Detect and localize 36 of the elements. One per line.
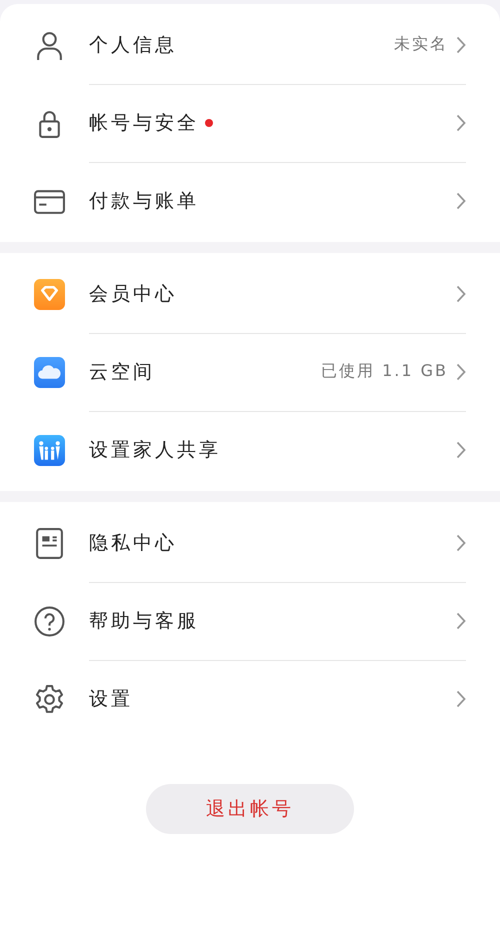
id-card-icon [34, 528, 65, 558]
family-icon [34, 434, 65, 466]
item-label: 个人信息 [89, 32, 177, 58]
cloud-icon [34, 356, 65, 388]
menu-item[interactable]: 云空间 已使用 1.1 GB [0, 333, 500, 411]
menu-item[interactable]: 付款与账单 [0, 162, 500, 240]
chevron-icon [456, 36, 466, 54]
item-detail: 已使用 1.1 GB [321, 361, 448, 382]
item-detail: 未实名 [394, 34, 448, 55]
menu-item[interactable]: 设置家人共享 [0, 411, 500, 489]
item-label: 设置 [89, 687, 133, 712]
menu-item[interactable]: 帮助与客服 [0, 582, 500, 660]
chevron-icon [456, 362, 466, 380]
menu-item[interactable]: 设置 [0, 660, 500, 738]
item-label: 云空间 [89, 360, 155, 384]
chevron-icon [456, 192, 466, 210]
settings-icon [34, 684, 65, 714]
menu-item[interactable]: 帐号与安全 [0, 84, 500, 162]
chevron-icon [456, 441, 466, 459]
item-label: 帐号与安全 [89, 110, 199, 136]
item-label: 设置家人共享 [89, 438, 221, 463]
menu-item[interactable]: 个人信息 未实名 [0, 6, 500, 84]
chevron-icon [456, 612, 466, 630]
chevron-icon [456, 114, 466, 132]
item-label: 付款与账单 [89, 189, 199, 214]
chevron-icon [456, 284, 466, 302]
menu-item[interactable]: 隐私中心 [0, 504, 500, 582]
logout-button[interactable]: 退出帐号 [146, 784, 354, 834]
menu-item[interactable]: 会员中心 [0, 255, 500, 333]
item-label: 帮助与客服 [89, 608, 199, 634]
item-label: 会员中心 [89, 282, 177, 306]
help-icon [34, 606, 65, 636]
item-label: 隐私中心 [89, 530, 177, 556]
chevron-icon [456, 690, 466, 708]
chevron-icon [456, 534, 466, 552]
person-icon [34, 30, 65, 60]
